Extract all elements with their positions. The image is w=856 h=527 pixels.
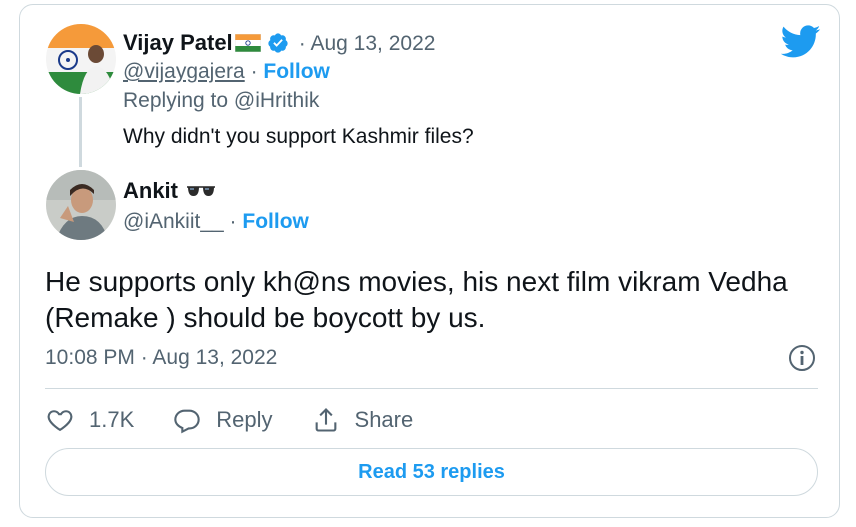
- share-label: Share: [354, 407, 414, 432]
- vijay-patel-avatar[interactable]: [46, 24, 116, 94]
- verified-badge-icon: [267, 32, 289, 60]
- reply-button[interactable]: Reply: [172, 406, 273, 434]
- dot-separator: ·: [229, 210, 237, 233]
- reply-label: Reply: [216, 407, 273, 432]
- display-name[interactable]: Ankit: [123, 178, 178, 203]
- author-name-vijay[interactable]: Vijay Patel · Aug 13, 2022: [123, 30, 435, 60]
- display-name[interactable]: Vijay Patel: [123, 30, 233, 55]
- follow-button[interactable]: Follow: [263, 60, 330, 83]
- follow-button[interactable]: Follow: [242, 210, 309, 233]
- heart-icon: [47, 410, 73, 432]
- action-bar: 1.7K Reply Share: [45, 402, 451, 438]
- reply-bubble-icon: [174, 409, 200, 434]
- twitter-bird-icon[interactable]: [780, 25, 821, 59]
- india-flag-icon: [234, 32, 261, 58]
- share-button[interactable]: Share: [311, 406, 414, 434]
- replying-handle-link[interactable]: @iHrithik: [234, 89, 320, 112]
- reply-timestamp[interactable]: 10:08 PM · Aug 13, 2022: [45, 346, 277, 370]
- author-name-ankit[interactable]: Ankit: [123, 178, 216, 204]
- handle-row: @vijaygajera · Follow: [123, 60, 330, 84]
- dot-separator: ·: [298, 32, 306, 55]
- dot-separator: ·: [250, 60, 258, 83]
- ankit-avatar[interactable]: [46, 170, 116, 240]
- reply-tweet-text: He supports only kh@ns movies, his next …: [45, 266, 788, 333]
- original-tweet-text: Why didn't you support Kashmir files?: [123, 125, 474, 148]
- author-handle[interactable]: @iAnkiit__: [123, 210, 224, 233]
- replying-to: Replying to @iHrithik: [123, 89, 319, 113]
- like-button[interactable]: 1.7K: [45, 406, 134, 434]
- read-replies-button[interactable]: Read 53 replies: [45, 448, 818, 496]
- thread-line: [79, 97, 82, 167]
- replying-prefix: Replying to: [123, 89, 234, 112]
- sunglasses-icon: [186, 178, 216, 204]
- tweet-date[interactable]: Aug 13, 2022: [310, 32, 435, 55]
- info-icon[interactable]: [787, 343, 817, 373]
- share-icon: [315, 408, 336, 432]
- author-handle[interactable]: @vijaygajera: [123, 60, 245, 83]
- divider: [45, 388, 818, 389]
- handle-row: @iAnkiit__ · Follow: [123, 210, 309, 234]
- tweet-card: Vijay Patel · Aug 13, 2022 @vijaygajera …: [19, 4, 840, 518]
- like-count: 1.7K: [89, 407, 135, 432]
